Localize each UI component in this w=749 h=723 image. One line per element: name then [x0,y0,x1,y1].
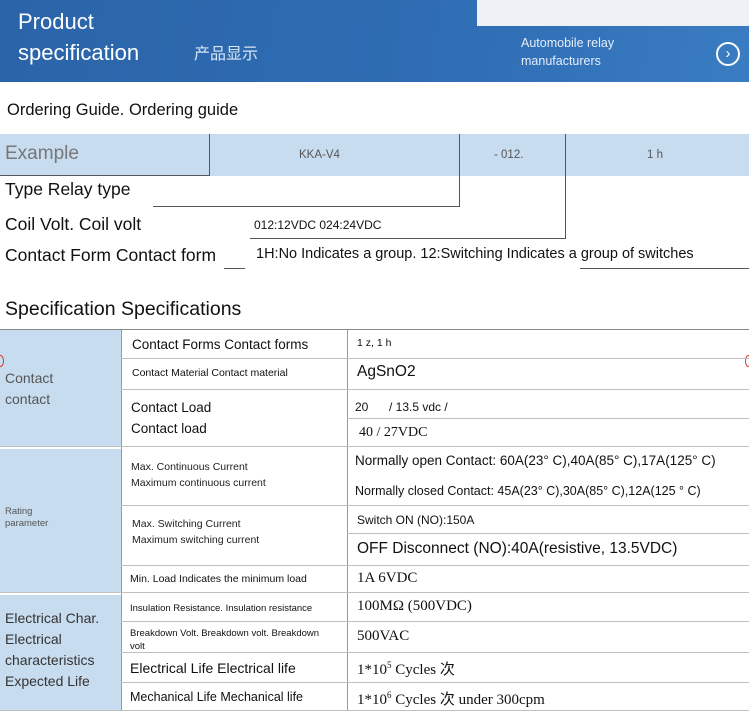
contact-form-value: 1H:No Indicates a group. 12:Switching In… [256,246,694,262]
mechanical-life-label: Mechanical Life Mechanical life [130,690,304,704]
ordering-guide-title: Ordering Guide. Ordering guide [7,101,239,119]
contact-forms-label: Contact Forms Contact forms [132,337,309,352]
contact-load-value-1a: 20 [355,400,369,414]
coil-label: Coil Volt. Coil volt [5,214,142,234]
mechanical-life-exponent: 6 [387,690,392,700]
insulation-label: Insulation Resistance. Insulation resist… [130,603,313,614]
header-notch [477,0,749,26]
row-line [121,621,749,622]
divider-3 [565,134,566,238]
category-electrical-line-4: Expected Life [5,673,90,689]
column-divider-2 [347,330,348,710]
contact-bracket-left [224,268,245,269]
electrical-life-label: Electrical Life Electrical life [130,660,296,676]
max-continuous-value-1: Normally open Contact: 60A(23° C),40A(85… [355,453,716,468]
electrical-life-base: 1*10 [357,662,387,678]
max-switching-line-1: Max. Switching Current [132,518,241,530]
max-continuous-value-2: Normally closed Contact: 45A(23° C),30A(… [355,484,701,498]
row-line [121,682,749,683]
max-switching-label: Max. Switching Current Maximum switching… [132,516,259,548]
max-continuous-line-1: Max. Continuous Current [131,461,248,473]
header-subtitle: Automobile relay manufacturers [521,34,614,70]
contact-load-line-1: Contact Load [131,400,212,415]
category-rating-line-2: parameter [5,518,49,529]
page-title: Product specification [18,6,139,68]
next-arrow-icon[interactable]: › [716,42,740,66]
mechanical-life-unit: Cycles 次 under 300cpm [395,692,545,708]
breakdown-value: 500VAC [357,628,410,644]
row-line [121,505,749,506]
marker-dot-right [745,355,749,367]
row-line [121,389,749,390]
header-chinese-title: 产品显示 [194,46,259,63]
row-line [121,358,749,359]
example-label: Example [5,143,79,164]
specifications-title: Specification Specifications [5,298,242,320]
max-switching-line-2: Maximum switching current [132,534,260,546]
table-top-border [0,329,749,330]
divider-1 [209,134,210,176]
row-line [0,592,749,593]
table-bottom-border [0,710,749,711]
example-band [0,134,749,176]
contact-load-label: Contact Load Contact load [131,397,211,439]
coil-value: 012:12VDC 024:24VDC [254,218,382,232]
column-divider-1 [121,330,122,710]
max-switching-value-1: Switch ON (NO):150A [357,513,475,527]
coil-bracket [250,238,566,239]
contact-load-value-1b: / 13.5 vdc / [389,400,448,414]
contact-forms-value: 1 z, 1 h [357,337,392,349]
breakdown-label: Breakdown Volt. Breakdown volt. Breakdow… [130,628,320,652]
contact-load-line-2: Contact load [131,421,207,436]
max-continuous-label: Max. Continuous Current Maximum continuo… [131,459,266,491]
category-contact-line-1: Contact [5,370,54,386]
row-line [347,418,749,419]
mechanical-life-base: 1*10 [357,692,387,708]
min-load-label: Min. Load Indicates the minimum load [130,573,307,585]
divider-2 [459,134,460,207]
contact-bracket-right [580,268,749,269]
electrical-life-exponent: 5 [387,660,392,670]
contact-material-label: Contact Material Contact material [132,367,288,379]
category-rating-line-1: Rating [5,506,33,517]
insulation-value: 100MΩ (500VDC) [357,598,472,614]
row-line [0,446,749,447]
mechanical-life-value: 1*106 Cycles 次 under 300cpm [357,688,545,709]
category-contact-label: Contact contact [5,368,53,410]
subtitle-line-1: Automobile relay [521,36,615,50]
category-electrical-line-3: characteristics [5,652,95,668]
contact-form-label: Contact Form Contact form [5,245,217,265]
row-line [347,533,749,534]
row-line [121,565,749,566]
category-contact-line-2: contact [5,391,51,407]
subtitle-line-2: manufacturers [521,54,601,68]
category-electrical-label: Electrical Char. Electrical characterist… [5,608,99,692]
contact-load-value-2: 40 / 27VDC [359,425,428,440]
code-contact: 1 h [647,149,663,161]
contact-material-value: AgSnO2 [357,363,416,380]
title-line-1: Product [18,9,94,34]
category-electrical-line-2: Electrical [5,631,62,647]
category-electrical-line-1: Electrical Char. [5,610,100,626]
type-bracket [153,206,460,207]
code-coil: - 012. [494,149,524,161]
category-rating-label: Rating parameter [5,506,48,530]
title-line-2: specification [18,40,140,65]
max-continuous-line-2: Maximum continuous current [131,477,266,489]
min-load-value: 1A 6VDC [357,570,418,586]
type-label: Type Relay type [5,179,131,199]
electrical-life-unit: Cycles 次 [395,662,455,678]
code-type: KKA-V4 [299,149,340,161]
example-underline [0,175,209,176]
max-switching-value-2: OFF Disconnect (NO):40A(resistive, 13.5V… [357,540,678,557]
electrical-life-value: 1*105 Cycles 次 [357,658,455,679]
